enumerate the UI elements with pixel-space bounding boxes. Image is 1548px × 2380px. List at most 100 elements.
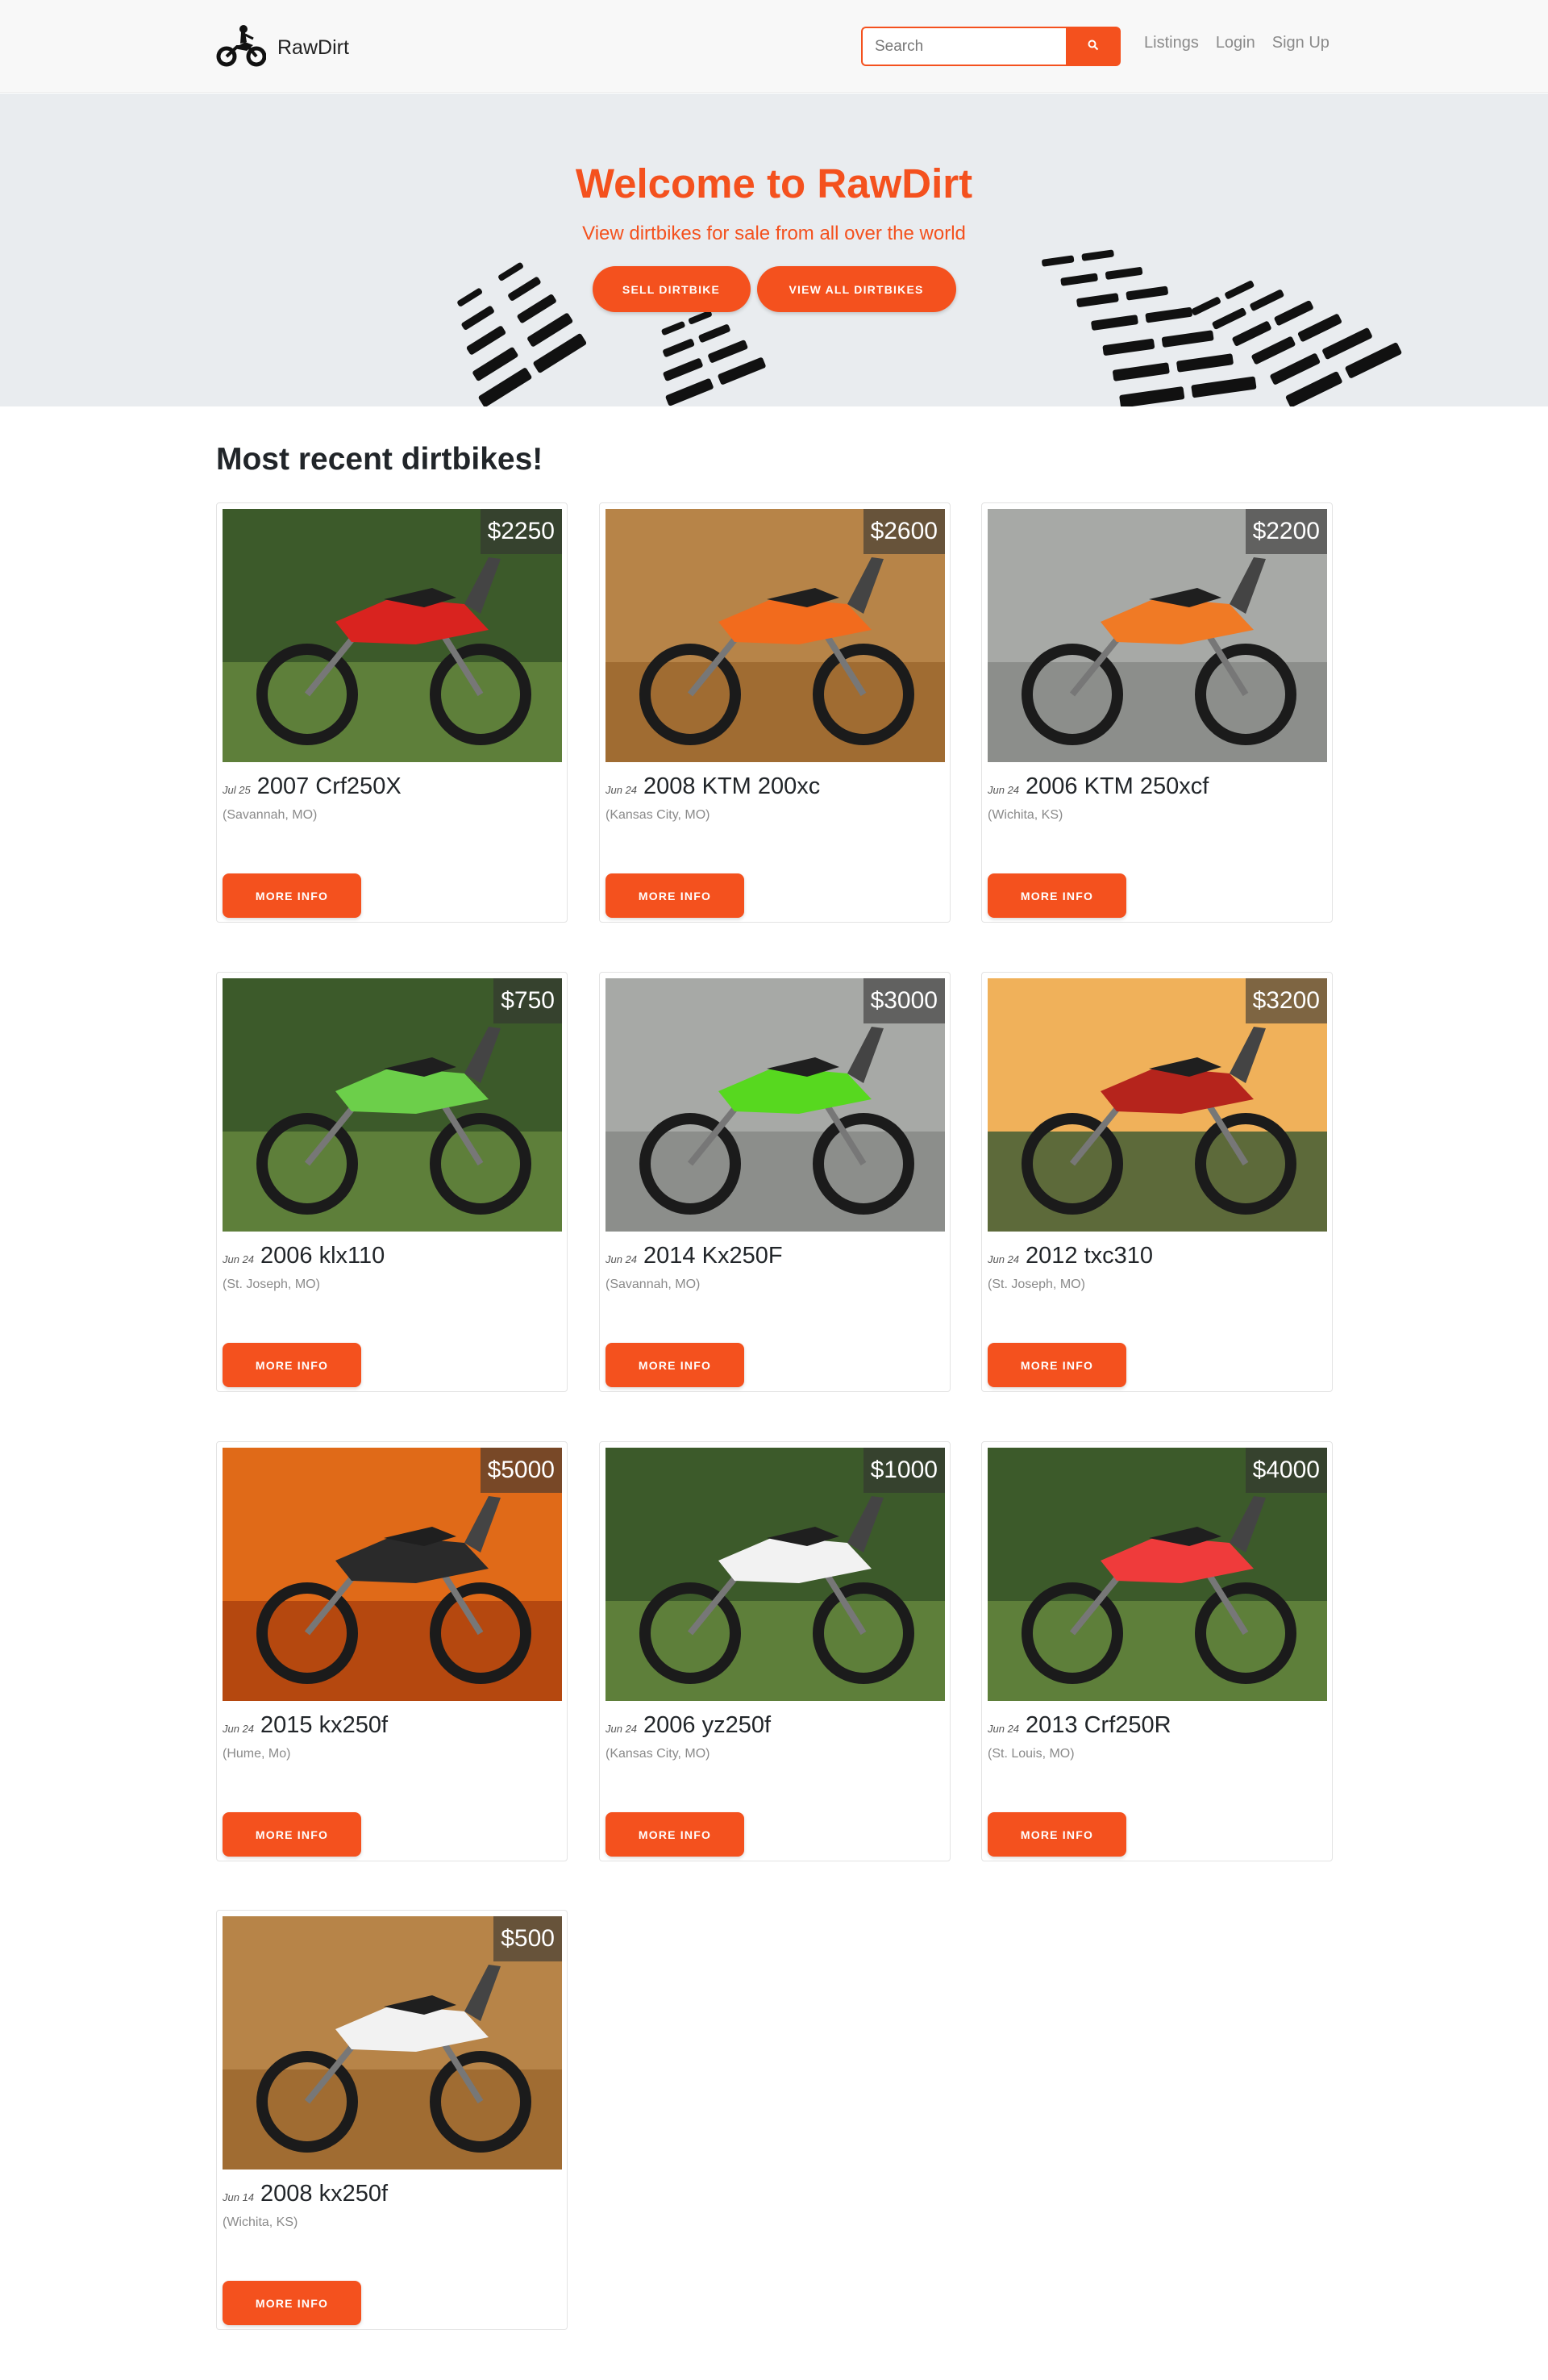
listing-meta: Jun 24 2013 Crf250R bbox=[988, 1712, 1171, 1739]
listing-photo[interactable]: $3200 bbox=[988, 978, 1327, 1232]
more-info-button[interactable]: MORE INFO bbox=[605, 1812, 744, 1857]
listing-title[interactable]: 2014 Kx250F bbox=[643, 1243, 783, 1269]
listing-location: (Savannah, MO) bbox=[605, 1278, 701, 1291]
section-title: Most recent dirtbikes! bbox=[216, 442, 543, 477]
listing-location: (Wichita, KS) bbox=[988, 808, 1063, 822]
listing-location: (Kansas City, MO) bbox=[605, 808, 710, 822]
listing-date: Jun 14 bbox=[223, 2191, 255, 2203]
listing-photo[interactable]: $2250 bbox=[223, 509, 562, 762]
listing-photo[interactable]: $3000 bbox=[605, 978, 945, 1232]
listing-meta: Jun 24 2012 txc310 bbox=[988, 1243, 1153, 1269]
listing-date: Jun 24 bbox=[988, 1253, 1020, 1265]
listing-card: $2600 Jun 24 2008 KTM 200xc (Kansas City, M… bbox=[599, 502, 951, 923]
search-icon bbox=[1088, 40, 1099, 53]
view-all-dirtbikes-button[interactable]: VIEW ALL DIRTBIKES bbox=[756, 266, 956, 312]
price-badge: $3000 bbox=[863, 978, 945, 1023]
hero-buttons: SELL DIRTBIKE VIEW ALL DIRTBIKES bbox=[0, 266, 1548, 312]
navbar: RawDirt Listings Login Sign Up bbox=[0, 0, 1548, 93]
listing-meta: Jun 24 2006 klx110 bbox=[223, 1243, 385, 1269]
listing-meta: Jun 24 2006 KTM 250xcf bbox=[988, 773, 1209, 800]
dirtbike-rider-icon bbox=[216, 24, 267, 73]
listing-card: $1000 Jun 24 2006 yz250f (Kansas City, MO) M… bbox=[599, 1441, 951, 1861]
listing-location: (Hume, Mo) bbox=[223, 1747, 291, 1761]
price-badge: $2600 bbox=[863, 509, 945, 554]
nav-links: Listings Login Sign Up bbox=[1144, 34, 1330, 52]
more-info-button[interactable]: MORE INFO bbox=[605, 1343, 744, 1387]
listing-meta: Jun 14 2008 kx250f bbox=[223, 2181, 388, 2207]
listing-location: (Kansas City, MO) bbox=[605, 1747, 710, 1761]
sell-dirtbike-button[interactable]: SELL DIRTBIKE bbox=[592, 266, 751, 312]
listing-card: $750 Jun 24 2006 klx110 (St. Joseph, MO) MOR… bbox=[216, 972, 568, 1392]
hero-subtitle: View dirtbikes for sale from all over th… bbox=[582, 223, 966, 244]
listing-photo[interactable]: $4000 bbox=[988, 1448, 1327, 1701]
price-badge: $5000 bbox=[480, 1448, 562, 1493]
listing-photo[interactable]: $500 bbox=[223, 1916, 562, 2170]
brand-name: RawDirt bbox=[277, 36, 349, 59]
listing-title[interactable]: 2006 yz250f bbox=[643, 1712, 771, 1739]
listing-title[interactable]: 2013 Crf250R bbox=[1026, 1712, 1171, 1739]
listing-title[interactable]: 2006 klx110 bbox=[260, 1243, 385, 1269]
listing-card: $500 Jun 14 2008 kx250f (Wichita, KS) MORE I… bbox=[216, 1910, 568, 2330]
nav-link-login[interactable]: Login bbox=[1216, 34, 1255, 52]
more-info-button[interactable]: MORE INFO bbox=[223, 1812, 361, 1857]
listing-location: (St. Joseph, MO) bbox=[223, 1278, 320, 1291]
tire-tracks-graphic bbox=[457, 249, 1402, 406]
listing-location: (St. Joseph, MO) bbox=[988, 1278, 1085, 1291]
listing-location: (St. Louis, MO) bbox=[988, 1747, 1075, 1761]
listing-date: Jul 25 bbox=[223, 784, 251, 796]
listing-title[interactable]: 2007 Crf250X bbox=[257, 773, 402, 800]
search-button[interactable] bbox=[1066, 27, 1121, 66]
listing-photo[interactable]: $1000 bbox=[605, 1448, 945, 1701]
listing-date: Jun 24 bbox=[988, 784, 1020, 796]
listing-date: Jun 24 bbox=[988, 1723, 1020, 1735]
listing-title[interactable]: 2015 kx250f bbox=[260, 1712, 388, 1739]
price-badge: $3200 bbox=[1245, 978, 1327, 1023]
listing-meta: Jul 25 2007 Crf250X bbox=[223, 773, 402, 800]
more-info-button[interactable]: MORE INFO bbox=[988, 1812, 1126, 1857]
listing-meta: Jun 24 2014 Kx250F bbox=[605, 1243, 783, 1269]
search-input[interactable] bbox=[861, 27, 1066, 66]
listing-meta: Jun 24 2015 kx250f bbox=[223, 1712, 388, 1739]
listing-date: Jun 24 bbox=[605, 784, 638, 796]
listing-title[interactable]: 2006 KTM 250xcf bbox=[1026, 773, 1209, 800]
more-info-button[interactable]: MORE INFO bbox=[223, 2281, 361, 2325]
price-badge: $500 bbox=[493, 1916, 562, 1961]
nav-link-signup[interactable]: Sign Up bbox=[1272, 34, 1330, 52]
listing-location: (Wichita, KS) bbox=[223, 2215, 298, 2229]
listing-photo[interactable]: $2600 bbox=[605, 509, 945, 762]
price-badge: $1000 bbox=[863, 1448, 945, 1493]
listing-card: $3000 Jun 24 2014 Kx250F (Savannah, MO) MORE… bbox=[599, 972, 951, 1392]
listing-card: $5000 Jun 24 2015 kx250f (Hume, Mo) MORE INF… bbox=[216, 1441, 568, 1861]
more-info-button[interactable]: MORE INFO bbox=[223, 873, 361, 918]
hero-banner: Welcome to RawDirt View dirtbikes for sa… bbox=[0, 94, 1548, 406]
brand[interactable]: RawDirt bbox=[216, 24, 349, 73]
listing-meta: Jun 24 2008 KTM 200xc bbox=[605, 773, 820, 800]
listing-meta: Jun 24 2006 yz250f bbox=[605, 1712, 771, 1739]
listing-title[interactable]: 2008 KTM 200xc bbox=[643, 773, 820, 800]
price-badge: $2250 bbox=[480, 509, 562, 554]
search-form bbox=[861, 27, 1121, 66]
listing-photo[interactable]: $2200 bbox=[988, 509, 1327, 762]
listing-title[interactable]: 2012 txc310 bbox=[1026, 1243, 1153, 1269]
hero-title: Welcome to RawDirt bbox=[575, 160, 973, 206]
more-info-button[interactable]: MORE INFO bbox=[223, 1343, 361, 1387]
more-info-button[interactable]: MORE INFO bbox=[988, 1343, 1126, 1387]
listing-date: Jun 24 bbox=[223, 1723, 255, 1735]
listing-card: $2250 Jul 25 2007 Crf250X (Savannah, MO) MOR… bbox=[216, 502, 568, 923]
listing-photo[interactable]: $750 bbox=[223, 978, 562, 1232]
listing-card: $4000 Jun 24 2013 Crf250R (St. Louis, MO) MO… bbox=[981, 1441, 1333, 1861]
price-badge: $4000 bbox=[1245, 1448, 1327, 1493]
more-info-button[interactable]: MORE INFO bbox=[605, 873, 744, 918]
listing-title[interactable]: 2008 kx250f bbox=[260, 2181, 388, 2207]
listing-card: $3200 Jun 24 2012 txc310 (St. Joseph, MO) MO… bbox=[981, 972, 1333, 1392]
price-badge: $750 bbox=[493, 978, 562, 1023]
listing-date: Jun 24 bbox=[223, 1253, 255, 1265]
nav-link-listings[interactable]: Listings bbox=[1144, 34, 1199, 52]
more-info-button[interactable]: MORE INFO bbox=[988, 873, 1126, 918]
listing-photo[interactable]: $5000 bbox=[223, 1448, 562, 1701]
listing-date: Jun 24 bbox=[605, 1253, 638, 1265]
listing-date: Jun 24 bbox=[605, 1723, 638, 1735]
listing-card: $2200 Jun 24 2006 KTM 250xcf (Wichita, KS) M… bbox=[981, 502, 1333, 923]
listing-location: (Savannah, MO) bbox=[223, 808, 318, 822]
price-badge: $2200 bbox=[1245, 509, 1327, 554]
